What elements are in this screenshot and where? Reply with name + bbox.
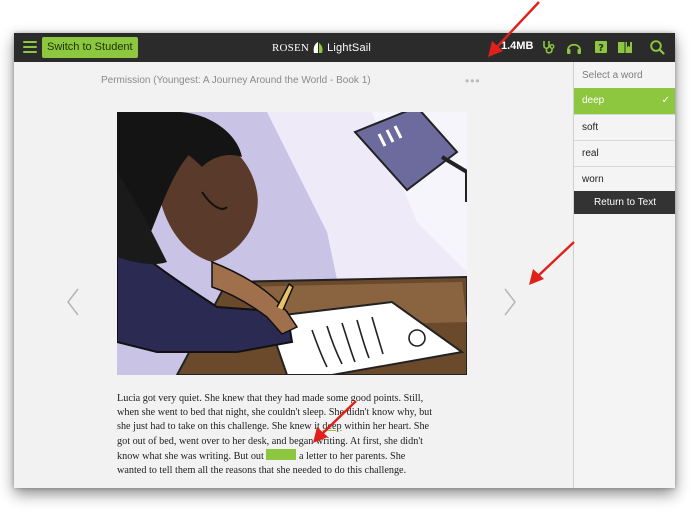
headphones-icon[interactable] bbox=[565, 38, 583, 56]
passage-segment: know what she was writing. But out bbox=[117, 450, 267, 462]
word-option-worn[interactable]: worn bbox=[574, 166, 675, 192]
download-size-label: 1.4MB bbox=[501, 40, 534, 52]
stethoscope-icon[interactable] bbox=[540, 38, 558, 56]
word-option-deep[interactable]: deep ✓ bbox=[574, 88, 675, 114]
selected-word[interactable]: deep bbox=[322, 421, 341, 432]
chevron-right-icon[interactable] bbox=[503, 287, 517, 317]
search-icon[interactable] bbox=[648, 38, 666, 56]
story-illustration bbox=[117, 112, 467, 375]
brand-lightsail: LightSail bbox=[327, 42, 372, 54]
passage-line: wanted to tell them all the reasons that… bbox=[117, 465, 407, 477]
passage-text: Lucia got very quiet. She knew that they… bbox=[117, 392, 473, 478]
top-toolbar: Switch to Student ROSEN LightSail 1.4MB … bbox=[14, 33, 675, 62]
passage-line: got out of bed, went over to her desk, a… bbox=[117, 435, 423, 447]
more-options-icon[interactable]: ••• bbox=[465, 74, 481, 88]
passage-segment: she just had to take on this challenge. … bbox=[117, 421, 323, 433]
passage-line: when she went to bed that night, she cou… bbox=[117, 407, 433, 419]
panel-header: Select a word bbox=[582, 70, 643, 81]
return-to-text-button[interactable]: Return to Text bbox=[574, 191, 675, 214]
hamburger-menu-icon[interactable] bbox=[23, 41, 37, 53]
word-select-panel: Select a word deep ✓ soft real worn Retu… bbox=[573, 62, 675, 488]
word-blank[interactable] bbox=[266, 448, 297, 460]
chevron-left-icon[interactable] bbox=[66, 287, 80, 317]
word-option-real[interactable]: real bbox=[574, 140, 675, 166]
passage-line: Lucia got very quiet. She knew that they… bbox=[117, 393, 424, 404]
book-title: Permission (Youngest: A Journey Around t… bbox=[101, 75, 371, 86]
passage-line: she just had to take on this challenge. … bbox=[117, 420, 473, 434]
switch-to-student-button[interactable]: Switch to Student bbox=[42, 37, 138, 58]
brand-rosen: ROSEN bbox=[272, 42, 310, 54]
app-window: Switch to Student ROSEN LightSail 1.4MB … bbox=[14, 33, 675, 488]
passage-segment: within her heart. She bbox=[341, 421, 430, 433]
brand-logo: ROSEN LightSail bbox=[272, 39, 371, 57]
checkmark-icon: ✓ bbox=[661, 95, 670, 106]
word-option-label: soft bbox=[582, 122, 599, 133]
word-option-label: deep bbox=[582, 95, 605, 106]
svg-text:?: ? bbox=[598, 43, 604, 54]
word-option-label: worn bbox=[582, 174, 604, 185]
word-option-label: real bbox=[582, 148, 599, 159]
quiz-icon[interactable]: ? bbox=[592, 38, 610, 56]
word-option-soft[interactable]: soft bbox=[574, 114, 675, 140]
book-icon[interactable] bbox=[616, 38, 634, 56]
passage-line: know what she was writing. But out a let… bbox=[117, 448, 473, 464]
sail-logo-icon bbox=[313, 42, 323, 53]
passage-segment: a letter to her parents. She bbox=[296, 450, 406, 462]
